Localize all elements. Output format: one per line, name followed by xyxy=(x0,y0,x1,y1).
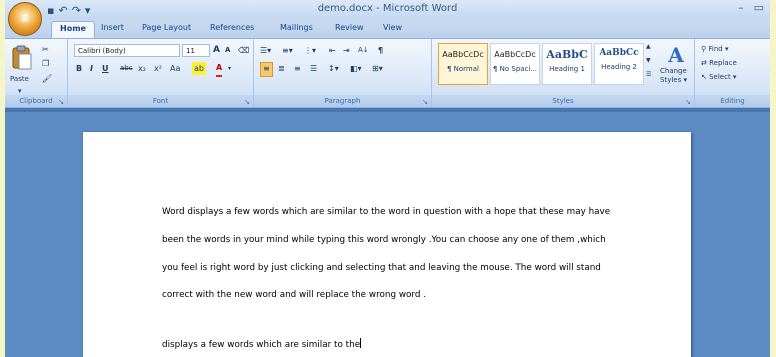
minimize-button[interactable]: – xyxy=(738,1,744,14)
align-center-icon[interactable]: ≣ xyxy=(278,62,285,75)
style-normal[interactable]: AaBbCcDc ¶ Normal xyxy=(438,43,488,85)
copy-icon[interactable]: ❐ xyxy=(42,57,49,70)
styles-scroll-down-icon[interactable]: ▼ xyxy=(646,57,651,70)
styles-launcher-icon[interactable]: ↘ xyxy=(685,98,691,106)
style-name: Heading 1 xyxy=(549,65,585,73)
current-line-text: displays a few words which are similar t… xyxy=(162,340,361,350)
word-window: ▪ ↶ ↷ ▾ demo.docx - Microsoft Word – ▭ ⊞… xyxy=(5,0,770,357)
highlight-icon[interactable]: ab xyxy=(192,62,206,75)
style-no-spacing[interactable]: AaBbCcDc ¶ No Spaci... xyxy=(490,43,540,85)
document-workspace: Word displays a few words which are simi… xyxy=(5,108,770,357)
replace-label: Replace xyxy=(709,59,737,67)
subscript-button[interactable]: x₂ xyxy=(138,62,146,75)
show-formatting-button[interactable]: ¶ xyxy=(378,44,383,57)
editing-label: Editing xyxy=(695,95,770,107)
font-color-button[interactable]: A xyxy=(216,62,223,77)
tab-review[interactable]: Review xyxy=(335,23,364,32)
italic-button[interactable]: I xyxy=(90,62,93,75)
find-label: Find ▾ xyxy=(708,45,729,53)
bold-button[interactable]: B xyxy=(76,62,82,75)
style-heading-1[interactable]: AaBbC Heading 1 xyxy=(542,43,592,85)
select-icon: ↖ xyxy=(701,73,707,81)
tab-page-layout[interactable]: Page Layout xyxy=(142,23,191,32)
style-heading-2[interactable]: AaBbCc Heading 2 xyxy=(594,43,644,85)
font-launcher-icon[interactable]: ↘ xyxy=(244,98,250,106)
document-line-2[interactable]: been the words in your mind while typing… xyxy=(162,235,606,245)
document-line-3[interactable]: you feel is right word by just clicking … xyxy=(162,263,601,273)
font-size-box[interactable]: 11 xyxy=(182,44,210,57)
ribbon-shadow xyxy=(5,108,770,112)
style-sample: AaBbC xyxy=(546,48,588,61)
select-label: Select ▾ xyxy=(709,73,737,81)
tab-mailings[interactable]: Mailings xyxy=(280,23,313,32)
styles-more-icon[interactable]: ☰ xyxy=(646,71,651,84)
ribbon: Paste ▾ ✂ ❐ 🖌 Clipboard ↘ Calibri (Body)… xyxy=(5,38,770,108)
title-bar: ▪ ↶ ↷ ▾ demo.docx - Microsoft Word – ▭ xyxy=(5,0,770,20)
font-color-dropdown-icon[interactable]: ▾ xyxy=(228,62,231,75)
document-line-4[interactable]: correct with the new word and will repla… xyxy=(162,290,426,300)
strikethrough-button[interactable]: abc xyxy=(120,62,133,75)
binoculars-icon: ⚲ xyxy=(701,45,707,53)
style-sample: AaBbCcDc xyxy=(442,50,484,59)
style-name: ¶ No Spaci... xyxy=(492,65,538,73)
window-title: demo.docx - Microsoft Word xyxy=(317,3,458,14)
change-styles-icon[interactable]: A xyxy=(660,43,692,67)
justify-icon[interactable]: ☰ xyxy=(310,62,317,75)
multilevel-list-icon[interactable]: ⋮▾ xyxy=(304,44,316,57)
select-button[interactable]: ↖ Select ▾ xyxy=(701,71,736,84)
font-name-box[interactable]: Calibri (Body) xyxy=(74,44,180,57)
font-group: Calibri (Body) 11 A A ⌫ B I U abc x₂ x² … xyxy=(68,39,254,107)
align-left-icon[interactable]: ≡ xyxy=(260,62,273,77)
styles-label: Styles xyxy=(432,95,694,107)
tab-references[interactable]: References xyxy=(210,23,254,32)
grow-font-button[interactable]: A xyxy=(213,44,220,57)
decrease-indent-icon[interactable]: ⇤ xyxy=(329,44,336,57)
style-name: ¶ Normal xyxy=(446,65,479,73)
format-painter-icon[interactable]: 🖌 xyxy=(42,72,52,85)
increase-indent-icon[interactable]: ⇥ xyxy=(343,44,350,57)
find-button[interactable]: ⚲ Find ▾ xyxy=(701,43,728,56)
tab-insert[interactable]: Insert xyxy=(101,23,124,32)
style-sample: AaBbCc xyxy=(599,48,639,58)
styles-scroll-up-icon[interactable]: ▲ xyxy=(646,43,651,56)
paste-button[interactable] xyxy=(11,45,33,71)
style-sample: AaBbCcDc xyxy=(494,50,536,59)
shading-icon[interactable]: ◧▾ xyxy=(350,62,362,75)
editing-group: ⚲ Find ▾ ⇄ Replace ↖ Select ▾ Editing xyxy=(695,39,770,107)
borders-icon[interactable]: ⊞▾ xyxy=(372,62,383,75)
paragraph-launcher-icon[interactable]: ↘ xyxy=(422,98,428,106)
paragraph-group: ☰▾ ≡▾ ⋮▾ ⇤ ⇥ A↓ ¶ ≡ ≣ ≡ ☰ ↕▾ ◧▾ ⊞▾ Parag… xyxy=(254,39,432,107)
clipboard-launcher-icon[interactable]: ↘ xyxy=(58,98,64,106)
document-line-1[interactable]: Word displays a few words which are simi… xyxy=(162,207,610,217)
align-right-icon[interactable]: ≡ xyxy=(294,62,301,75)
shrink-font-button[interactable]: A xyxy=(225,44,230,57)
text-cursor xyxy=(360,338,362,348)
font-label: Font xyxy=(68,95,253,107)
tab-home[interactable]: Home xyxy=(51,21,95,38)
line-spacing-icon[interactable]: ↕▾ xyxy=(328,62,339,75)
ribbon-tabs: Home Insert Page Layout References Maili… xyxy=(5,20,770,38)
paragraph-label: Paragraph xyxy=(254,95,431,107)
cut-icon[interactable]: ✂ xyxy=(42,43,49,56)
sort-button[interactable]: A↓ xyxy=(358,44,369,57)
superscript-button[interactable]: x² xyxy=(154,62,162,75)
tab-view[interactable]: View xyxy=(383,23,402,32)
paste-icon xyxy=(12,45,32,70)
document-page[interactable]: Word displays a few words which are simi… xyxy=(83,132,691,357)
restore-button[interactable]: ▭ xyxy=(754,1,764,14)
change-case-button[interactable]: Aa xyxy=(170,62,180,75)
office-logo-icon: ⊞ xyxy=(21,14,29,24)
replace-button[interactable]: ⇄ Replace xyxy=(701,57,737,70)
clipboard-group: Paste ▾ ✂ ❐ 🖌 Clipboard ↘ xyxy=(5,39,68,107)
styles-group: AaBbCcDc ¶ Normal AaBbCcDc ¶ No Spaci...… xyxy=(432,39,695,107)
office-button[interactable]: ⊞ xyxy=(8,2,42,36)
clear-formatting-icon[interactable]: ⌫ xyxy=(238,44,249,57)
style-name: Heading 2 xyxy=(601,63,637,71)
document-current-line[interactable]: displays a few words which are similar t… xyxy=(162,338,362,350)
numbering-icon[interactable]: ≡▾ xyxy=(282,44,293,57)
bullets-icon[interactable]: ☰▾ xyxy=(260,44,271,57)
replace-icon: ⇄ xyxy=(701,59,707,67)
underline-button[interactable]: U xyxy=(102,62,109,75)
change-styles-label-2[interactable]: Styles ▾ xyxy=(660,76,687,89)
